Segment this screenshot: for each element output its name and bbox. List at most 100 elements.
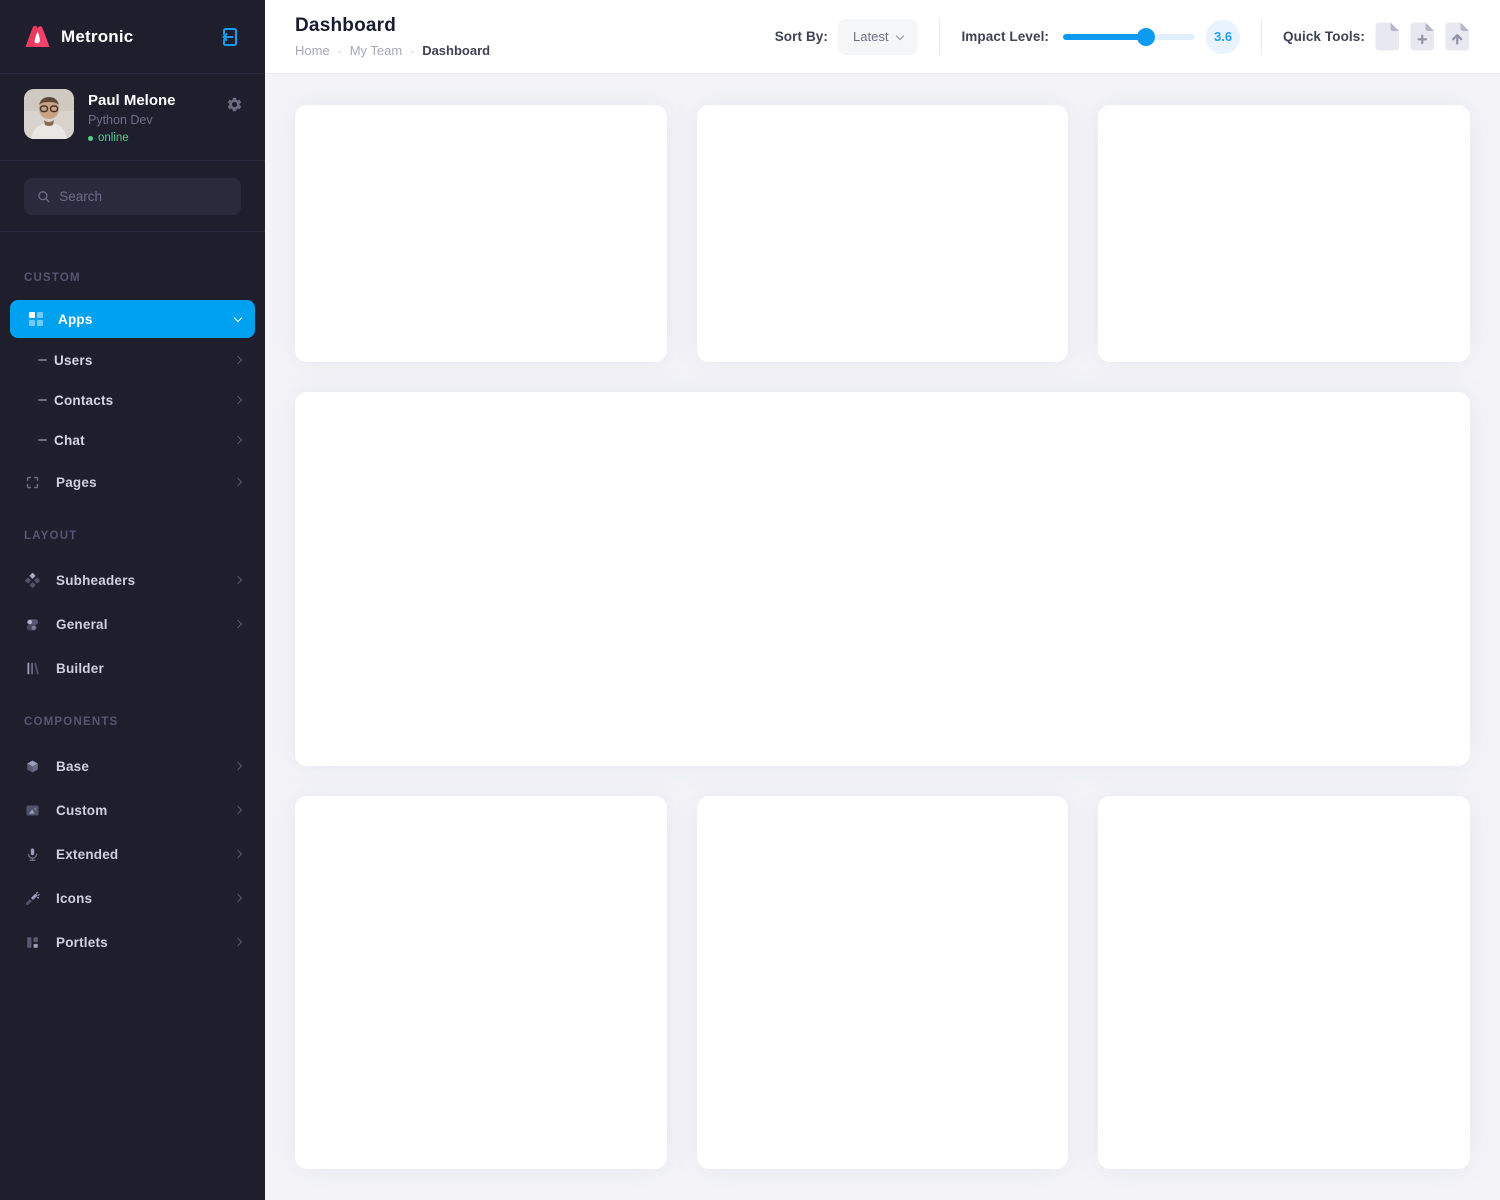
impact-level-label: Impact Level: [961,29,1049,44]
sidebar-item-extended[interactable]: Extended [0,832,265,876]
search-box[interactable] [24,178,241,215]
sidebar-item-label: Builder [56,661,104,676]
sidebar-item-label: Base [56,759,89,774]
sidebar-item-label: Pages [56,475,97,490]
file-button[interactable] [1375,22,1400,51]
sidebar-item-pages[interactable]: Pages [0,460,265,504]
card-row-bottom [295,796,1470,1169]
sidebar-item-label: Custom [56,803,107,818]
user-panel: Paul Melone Python Dev online [0,74,265,161]
impact-level-value-badge: 3.6 [1206,20,1240,54]
online-dot-icon [88,136,93,141]
logo-row: Metronic [0,0,265,74]
sidebar-item-apps[interactable]: Apps [10,300,255,338]
search-input[interactable] [59,189,228,204]
sidebar-item-users[interactable]: Users [0,340,265,380]
sidebar-item-portlets[interactable]: Portlets [0,920,265,964]
brand[interactable]: Metronic [24,23,133,50]
page-heading: Dashboard Home - My Team - Dashboard [295,15,490,58]
chevron-right-icon [234,806,242,814]
chevron-right-icon [234,356,242,364]
toolbar-divider [1261,19,1262,55]
chevron-right-icon [234,478,242,486]
sidebar-item-subheaders[interactable]: Subheaders [0,558,265,602]
section-label: COMPONENTS [0,716,265,728]
chevron-right-icon [234,436,242,444]
breadcrumb-home[interactable]: Home [295,43,330,58]
user-status-label: online [98,132,129,144]
chevron-right-icon [234,894,242,902]
sidebar-item-contacts[interactable]: Contacts [0,380,265,420]
frame-corners-icon [24,474,41,491]
file-plus-button[interactable] [1410,22,1435,51]
toolbar-divider [939,19,940,55]
sidebar: Metronic Pau [0,0,265,1200]
chevron-down-icon [234,313,242,321]
sidebar-item-label: Subheaders [56,573,135,588]
breadcrumb-separator: - [338,44,342,58]
card-wide [295,392,1470,766]
impact-level-slider[interactable] [1063,34,1195,40]
sort-by-label: Sort By: [775,29,828,44]
dash-bullet-icon [38,359,47,361]
slider-fill [1063,34,1146,40]
chevron-right-icon [234,576,242,584]
chevron-right-icon [234,396,242,404]
cube-icon [24,758,41,775]
sidebar-item-label: Apps [58,312,93,327]
sidebar-item-base[interactable]: Base [0,744,265,788]
toolbar: Sort By: Latest Impact Level: 3.6 Quick … [775,19,1470,55]
breadcrumb-current: Dashboard [422,43,490,58]
user-settings-button[interactable] [226,96,243,116]
bars-icon [24,660,41,677]
portlets-layout-icon [24,934,41,951]
search-icon [37,189,50,204]
file-upload-button[interactable] [1445,22,1470,51]
breadcrumb: Home - My Team - Dashboard [295,43,490,58]
sidebar-item-label: Contacts [54,393,113,408]
breadcrumb-my-team[interactable]: My Team [350,43,403,58]
metronic-logo-icon [24,23,51,50]
gear-icon [226,96,243,113]
card [697,105,1069,362]
card [697,796,1069,1169]
broken-link-icon [24,890,41,907]
section-label: CUSTOM [0,272,265,284]
sidebar-item-builder[interactable]: Builder [0,646,265,690]
sidebar-item-label: Icons [56,891,92,906]
menu-section-layout: LAYOUT Subheaders [0,530,265,690]
toggles-icon [24,616,41,633]
sidebar-item-label: Users [54,353,93,368]
diamonds-icon [24,572,41,589]
card [1098,796,1470,1169]
image-icon [24,802,41,819]
user-status: online [88,132,176,144]
sidebar-item-label: General [56,617,108,632]
user-info: Paul Melone Python Dev online [88,89,176,144]
file-plus-icon [1410,22,1435,51]
sidebar-menu: CUSTOM Apps Users [0,232,265,964]
menu-section-custom: CUSTOM Apps Users [0,272,265,504]
collapse-sidebar-button[interactable] [215,23,243,51]
sidebar-item-icons[interactable]: Icons [0,876,265,920]
sidebar-item-custom[interactable]: Custom [0,788,265,832]
content [265,74,1500,1200]
brand-name: Metronic [61,27,133,47]
sidebar-item-label: Chat [54,433,85,448]
avatar[interactable] [24,89,74,139]
dash-bullet-icon [38,399,47,401]
menu-section-components: COMPONENTS Base [0,716,265,964]
collapse-sidebar-icon [217,25,241,49]
search-row [0,161,265,232]
sidebar-item-general[interactable]: General [0,602,265,646]
sidebar-item-chat[interactable]: Chat [0,420,265,460]
sort-by-select[interactable]: Latest [838,19,918,55]
chevron-right-icon [234,850,242,858]
section-label: LAYOUT [0,530,265,542]
chevron-down-icon [896,31,904,39]
slider-thumb[interactable] [1137,28,1155,46]
chevron-right-icon [234,762,242,770]
apps-grid-icon [27,311,44,327]
card-row-top [295,105,1470,362]
avatar-photo [24,89,74,139]
